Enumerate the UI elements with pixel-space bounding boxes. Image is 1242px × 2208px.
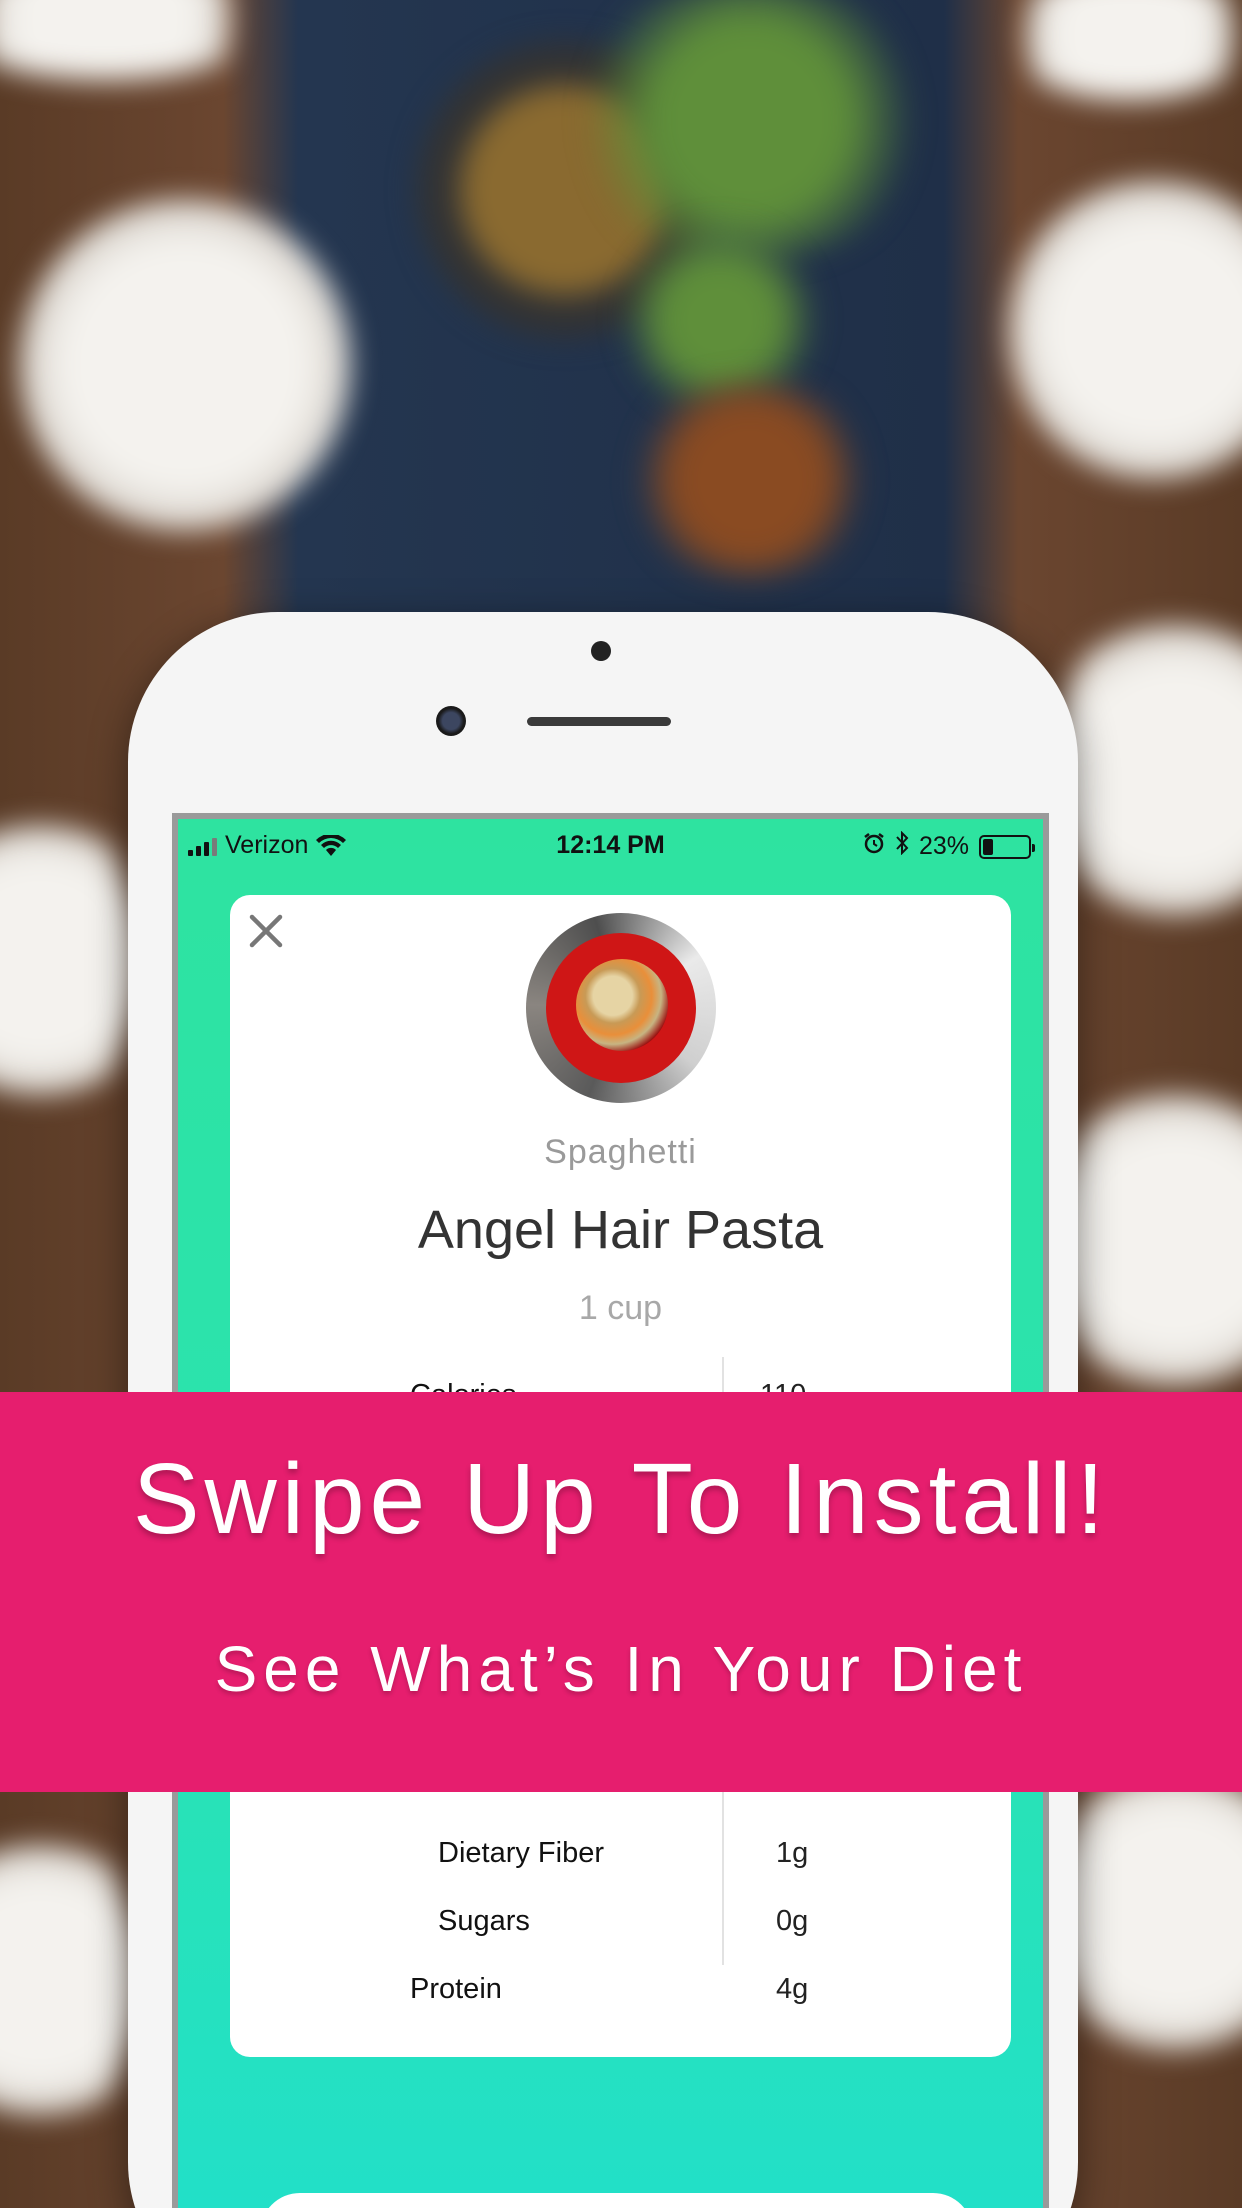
bluetooth-icon — [895, 830, 909, 862]
nutrition-label: Protein — [410, 1973, 502, 2005]
nutrition-label: Sugars — [438, 1905, 530, 1937]
camera-icon — [591, 641, 611, 661]
speaker-grille — [527, 717, 671, 726]
bottom-action-button[interactable] — [260, 2193, 973, 2208]
food-photo — [526, 913, 716, 1103]
nutrition-value: 1g — [776, 1837, 809, 1869]
nutrition-row: Dietary Fiber 1g — [230, 1825, 1011, 1885]
battery-percent: 23% — [918, 832, 969, 860]
battery-icon — [979, 834, 1035, 859]
install-banner[interactable]: Swipe Up To Install! See What’s In Your … — [0, 1392, 1242, 1792]
nutrition-row: Sugars 0g — [230, 1893, 1011, 1953]
food-category: Spaghetti — [544, 1133, 697, 1171]
alarm-icon — [863, 832, 885, 861]
sensor-icon — [436, 706, 466, 736]
close-icon — [249, 914, 283, 948]
close-button[interactable] — [244, 909, 288, 953]
nutrition-value: 0g — [776, 1905, 809, 1937]
banner-subtitle: See What’s In Your Diet — [214, 1633, 1028, 1705]
food-name: Angel Hair Pasta — [417, 1200, 824, 1260]
serving-size[interactable]: 1 cup — [230, 1289, 1011, 1328]
nutrition-label: Dietary Fiber — [438, 1837, 604, 1869]
nutrition-value: 4g — [776, 1973, 809, 2005]
status-bar: Verizon 12:14 PM 23% — [178, 819, 1043, 875]
nutrition-row: Protein 4g — [230, 1961, 1011, 2021]
banner-title: Swipe Up To Install! — [132, 1443, 1110, 1555]
